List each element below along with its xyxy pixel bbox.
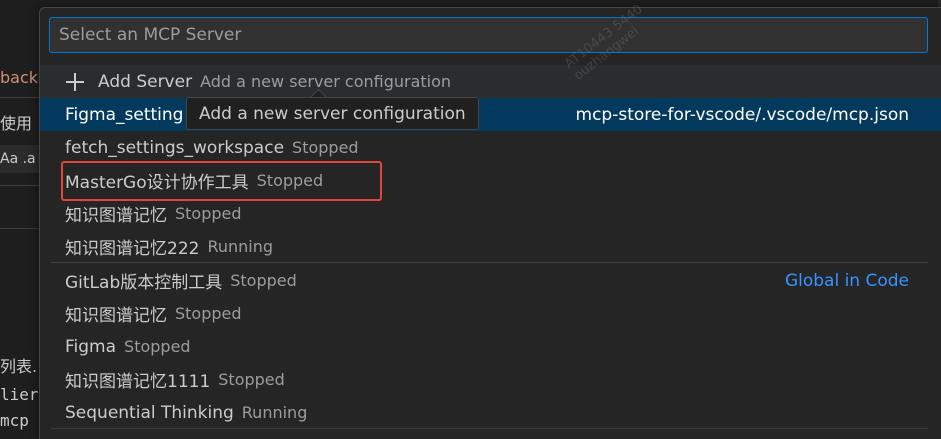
group-separator <box>51 428 928 429</box>
search-input[interactable] <box>49 17 928 53</box>
group-label-global: Global in Code <box>784 270 909 291</box>
editor-divider <box>0 97 40 98</box>
server-status: Stopped <box>124 337 191 356</box>
editor-divider <box>0 228 40 229</box>
server-status: Stopped <box>175 204 242 223</box>
server-item-gitlab[interactable]: GitLab版本控制工具 Stopped Global in Code <box>40 264 941 297</box>
server-label: Figma_setting <box>65 104 184 125</box>
add-server-label: Add Server <box>98 71 193 92</box>
server-label: 知识图谱记忆222 <box>65 239 200 259</box>
server-label: 知识图谱记忆 <box>65 306 167 326</box>
editor-text-fragment: Aa .a <box>0 151 36 167</box>
server-label: Figma <box>65 336 117 357</box>
server-status: Stopped <box>218 370 285 389</box>
server-status: Running <box>241 403 308 422</box>
server-item-fetch-settings-workspace[interactable]: fetch_settings_workspace Stopped <box>40 131 941 164</box>
editor-text-fragment: lier <box>0 385 39 404</box>
mcp-server-quick-pick: Add Server Add a new server configuratio… <box>39 7 941 439</box>
server-item-knowledge-graph-memory-222[interactable]: 知识图谱记忆222 Running <box>40 230 941 263</box>
editor-text-fragment: mcp <box>0 411 29 430</box>
server-item-knowledge-graph-memory[interactable]: 知识图谱记忆 Stopped <box>40 297 941 330</box>
server-label: GitLab版本控制工具 <box>65 273 223 293</box>
add-server-description: Add a new server configuration <box>200 72 452 91</box>
server-label: Sequential Thinking <box>65 402 234 423</box>
server-status: Stopped <box>175 304 242 323</box>
group-separator <box>51 262 928 263</box>
add-server-item[interactable]: Add Server Add a new server configuratio… <box>40 65 941 98</box>
server-item-figma[interactable]: Figma Stopped <box>40 330 941 363</box>
editor-divider <box>0 185 40 186</box>
hover-tooltip: Add a new server configuration <box>186 97 479 130</box>
server-status: Stopped <box>230 271 297 290</box>
server-status: Stopped <box>292 138 359 157</box>
server-label: 知识图谱记忆1111 <box>65 372 211 392</box>
server-label: 知识图谱记忆 <box>65 206 167 226</box>
plus-icon <box>65 72 85 92</box>
server-item-sequential-thinking[interactable]: Sequential Thinking Running <box>40 396 941 429</box>
tooltip-text: Add a new server configuration <box>199 103 466 124</box>
server-item-figma-setting[interactable]: Figma_setting mcp-store-for-vscode/.vsco… <box>40 98 941 131</box>
workspace-config-path: mcp-store-for-vscode/.vscode/mcp.json <box>575 104 909 125</box>
editor-text-fragment: 列表. <box>0 357 38 376</box>
server-label: fetch_settings_workspace <box>65 137 285 158</box>
server-item-knowledge-graph-memory[interactable]: 知识图谱记忆 Stopped <box>40 197 941 230</box>
annotation-highlight-box <box>61 161 382 201</box>
server-item-knowledge-graph-memory-1111[interactable]: 知识图谱记忆1111 Stopped <box>40 363 941 396</box>
server-status: Running <box>207 237 274 256</box>
editor-text-fragment: 使用 <box>0 114 33 133</box>
